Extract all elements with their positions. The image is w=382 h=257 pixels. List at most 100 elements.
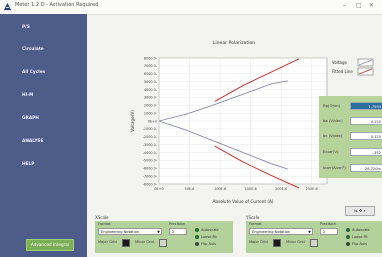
advanced-integral-label: Advanced Integral: [30, 242, 70, 247]
y-tick-label: -5000.0-: [143, 159, 158, 163]
y-tick-label: 0E+0: [148, 119, 157, 123]
results-panel: Rp(Ohm) 1.7594 ba (V/dec) 0.120 bc (V/de…: [319, 96, 382, 178]
y-tick-label: 4000.0-: [144, 88, 158, 92]
y-tick-label: 7000.0-: [144, 64, 158, 68]
y-tick-label: -4000.0-: [143, 151, 158, 155]
close-icon[interactable]: ✕: [369, 3, 374, 9]
xscale-loosefit-toggle[interactable]: Loose Fit: [195, 235, 217, 239]
xscale-minor-grid-color[interactable]: [159, 239, 167, 247]
y-tick-label: -3000.0-: [143, 143, 158, 147]
chart-title: Linear Polarization: [213, 40, 256, 46]
xscale-major-grid-color[interactable]: [122, 239, 130, 247]
yscale-flip-axis-toggle[interactable]: Flip Axis: [346, 242, 367, 246]
y-tick-label: 3000.0-: [144, 96, 158, 100]
yscale-major-grid-color[interactable]: [273, 239, 281, 247]
x-tick-label: 200E-6: [275, 187, 287, 191]
result-icorr-label: Icorr(A/cm²): [323, 165, 346, 170]
yscale-precision-input[interactable]: 2: [320, 228, 338, 235]
sidebar-item-circulate[interactable]: Circulate: [0, 44, 87, 58]
sidebar-item-label: HI-M: [22, 93, 34, 98]
result-icorr-row: Icorr(A/cm²) 28.720m: [319, 162, 382, 175]
yscale-loosefit-toggle[interactable]: Loose Fit: [346, 235, 368, 239]
result-rp-row: Rp(Ohm) 1.7594: [319, 100, 382, 113]
app-logo-icon: [3, 2, 12, 11]
sidebar-item-label: P/S: [22, 25, 30, 30]
result-bc-value[interactable]: 0.120: [350, 132, 382, 140]
result-ba-label: ba (V/dec): [323, 118, 343, 123]
xscale-major-grid-label: Major Grid: [98, 240, 117, 244]
legend-fitted-label: Fitted Line: [332, 69, 353, 74]
xscale-precision-label: Precision: [169, 222, 186, 226]
y-tick-label: 6000.0-: [144, 72, 158, 76]
x-tick-label: 100E-6: [214, 187, 226, 191]
y-tick-label: 1000.0-: [144, 111, 158, 115]
xscale-format-select[interactable]: Engineering Notation ▼: [98, 228, 162, 235]
chevron-down-icon: ▼: [157, 230, 160, 234]
result-ba-row: ba (V/dec) 0.120: [319, 115, 382, 128]
chevron-down-icon: ▼: [308, 230, 311, 234]
xscale-flip-axis-toggle[interactable]: Flip Axis: [195, 242, 216, 246]
yscale-minor-grid-color[interactable]: [310, 239, 318, 247]
x-axis-ticks: 0E+0 50E-6 100E-6 150E-6 200E-6 250E-6: [154, 187, 317, 191]
advanced-integral-button[interactable]: Advanced Integral: [26, 239, 74, 251]
y-tick-label: 5000.0-: [144, 80, 158, 84]
sidebar: P/S Circulate All Cycles HI-M GRAPH ANAL…: [0, 14, 87, 257]
y-tick-label: -7000.0-: [143, 174, 158, 178]
minimize-icon[interactable]: –: [343, 3, 346, 9]
sidebar-item-label: GRAPH: [22, 116, 39, 121]
xscale-format-label: Format: [98, 222, 111, 226]
yscale-format-label: Format: [249, 222, 262, 226]
title-bar: Meter 1.2 D - Activation Required – □ ✕: [0, 0, 382, 15]
xscale-title: XScale: [95, 215, 109, 220]
xscale-format-value: Engineering Notation: [101, 230, 140, 234]
sidebar-item-graph[interactable]: GRAPH: [0, 113, 87, 127]
led-icon: [346, 228, 350, 232]
result-icorr-value: 28.720m: [350, 164, 382, 172]
led-icon: [195, 228, 199, 232]
y-tick-label: 8000.0-: [144, 56, 158, 60]
result-bc-label: bc (V/dec): [323, 133, 343, 138]
x-tick-label: 50E-6: [185, 187, 195, 191]
x-tick-label: 0E+0: [154, 187, 163, 191]
yscale-box: Format Engineering Notation ▼ Precision …: [246, 221, 382, 253]
result-bc-row: bc (V/dec) 0.120: [319, 130, 382, 143]
yscale-autoscale-toggle[interactable]: Autoscale: [346, 228, 370, 232]
xscale-minor-grid-label: Minor Grid: [135, 240, 154, 244]
sidebar-item-label: HELP: [22, 162, 35, 167]
y-tick-label: -2000.0-: [143, 135, 158, 139]
yscale-format-value: Engineering Notation: [252, 230, 291, 234]
sidebar-item-all-cycles[interactable]: All Cycles: [0, 67, 87, 81]
yscale-format-select[interactable]: Engineering Notation ▼: [249, 228, 313, 235]
y-tick-label: 2000.0-: [144, 104, 158, 108]
result-rp-value: 1.7594: [350, 102, 382, 110]
led-icon: [195, 242, 199, 246]
result-ecorr-value: -.352: [350, 148, 382, 156]
result-rp-label: Rp(Ohm): [323, 103, 341, 108]
x-axis-label: Absolute Value of Current (A): [212, 199, 273, 204]
led-icon: [195, 235, 199, 239]
sidebar-item-label: ANALYSE: [22, 139, 44, 144]
y-axis-ticks: 8000.0- 7000.0- 6000.0- 5000.0- 4000.0- 3000.…: [143, 56, 158, 186]
yscale-panel: YScale Format Engineering Notation ▼ Pre…: [246, 215, 382, 255]
sidebar-item-analyse[interactable]: ANALYSE: [0, 136, 87, 150]
xscale-autoscale-toggle[interactable]: Autoscale: [195, 228, 219, 232]
result-ecorr-row: Ecorr(V) -.352: [319, 146, 382, 159]
sidebar-item-ps[interactable]: P/S: [0, 22, 87, 36]
maximize-icon[interactable]: □: [356, 3, 362, 9]
yscale-minor-grid-label: Minor Grid: [286, 240, 305, 244]
xscale-precision-input[interactable]: 2: [169, 228, 187, 235]
sidebar-item-help[interactable]: HELP: [0, 159, 87, 173]
y-tick-label: -6000.0-: [143, 167, 158, 171]
led-icon: [346, 235, 350, 239]
window-title: Meter 1.2 D - Activation Required: [15, 2, 99, 8]
chart-legend: Voltage Fitted Line: [332, 58, 374, 76]
legend-voltage-label: Voltage: [332, 60, 348, 65]
xscale-panel: XScale Format Engineering Notation ▼ Pre…: [95, 215, 233, 255]
sidebar-item-label: All Cycles: [22, 70, 46, 75]
yscale-precision-label: Precision: [320, 222, 337, 226]
result-ba-value[interactable]: 0.120: [350, 117, 382, 125]
yscale-title: YScale: [246, 215, 260, 220]
result-ecorr-label: Ecorr(V): [323, 149, 339, 154]
xscale-box: Format Engineering Notation ▼ Precision …: [95, 221, 233, 253]
sidebar-item-him[interactable]: HI-M: [0, 90, 87, 104]
